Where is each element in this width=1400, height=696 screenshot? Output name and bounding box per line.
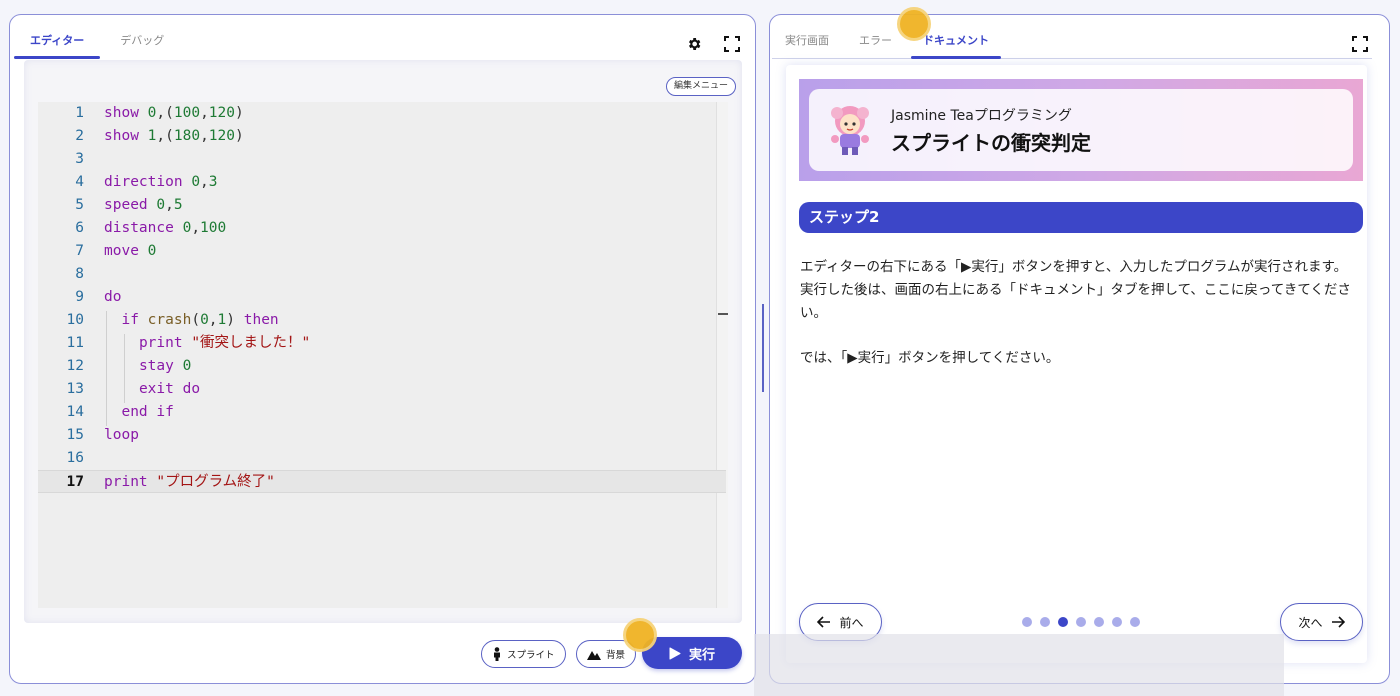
page-dot[interactable] (1112, 617, 1122, 627)
code-line[interactable]: 16 (38, 447, 714, 470)
code-line[interactable]: 1 show 0,(100,120) (38, 102, 714, 125)
banner-subtitle: Jasmine Teaプログラミング (891, 108, 1072, 124)
line-number: 13 (66, 381, 84, 397)
mountain-icon (587, 651, 601, 660)
gear-icon[interactable] (685, 35, 703, 53)
line-number: 8 (75, 266, 84, 282)
code-text: loop (104, 427, 139, 443)
page-dot[interactable] (1130, 617, 1140, 627)
sprite-button[interactable]: スプライト (481, 640, 566, 668)
fullscreen-icon[interactable] (723, 35, 741, 53)
page-dot[interactable] (1022, 617, 1032, 627)
line-number: 15 (66, 427, 84, 443)
tab-editor[interactable]: エディター (12, 15, 102, 59)
click-marker (623, 618, 657, 652)
prev-button-label: 前へ (839, 615, 864, 630)
code-line[interactable]: 7 move 0 (38, 240, 714, 263)
code-text: show 1,(180,120) (104, 128, 244, 144)
code-text: do (104, 289, 122, 305)
sprite-button-label: スプライト (507, 650, 555, 661)
line-number: 7 (75, 243, 84, 259)
code-line[interactable]: 14 end if (38, 401, 714, 424)
line-number: 17 (66, 474, 84, 490)
character-avatar (831, 106, 869, 155)
output-tabs: 実行画面 エラー ドキュメント (772, 15, 1372, 59)
indent-guide (124, 334, 125, 403)
page-dot[interactable] (1094, 617, 1104, 627)
line-number: 4 (75, 174, 84, 190)
code-text: print "プログラム終了" (104, 474, 275, 490)
fullscreen-icon[interactable] (1351, 35, 1369, 53)
line-number: 14 (66, 404, 84, 420)
run-button-label: 実行 (688, 647, 715, 663)
line-number: 10 (66, 312, 84, 328)
run-button[interactable]: 実行 (642, 637, 742, 669)
code-text: if crash(0,1) then (121, 312, 279, 328)
code-text: distance 0,100 (104, 220, 227, 236)
paragraph: エディターの右下にある「▶実行」ボタンを押すと、入力したプログラムが実行されます… (800, 259, 1351, 321)
edit-menu-button[interactable]: 編集メニュー (665, 77, 736, 96)
page-dot[interactable] (1076, 617, 1086, 627)
code-line[interactable]: 13 exit do (38, 378, 714, 401)
code-text: show 0,(100,120) (104, 105, 244, 121)
code-line[interactable]: 10 if crash(0,1) then (38, 309, 714, 332)
line-number: 1 (75, 105, 84, 121)
page-dot[interactable] (1058, 617, 1068, 627)
lesson-banner: Jasmine Teaプログラミング スプライトの衝突判定 (799, 79, 1363, 181)
page-indicator (1022, 617, 1140, 627)
arrow-left-icon (817, 616, 831, 628)
arrow-right-icon (1331, 616, 1345, 628)
code-line[interactable]: 9 do (38, 286, 714, 309)
line-number: 3 (75, 151, 84, 167)
next-button[interactable]: 次へ (1280, 603, 1363, 641)
code-text: speed 0,5 (104, 197, 183, 213)
code-line[interactable]: 8 (38, 263, 714, 286)
panel-resize-handle[interactable] (762, 304, 764, 392)
code-editor: 編集メニュー 1 show 0,(100,120) 2 show 1,(180,120… (24, 60, 742, 623)
tab-debug[interactable]: デバッグ (102, 15, 182, 59)
person-icon (494, 647, 500, 661)
code-text: stay 0 (138, 358, 192, 374)
line-number: 16 (66, 450, 84, 466)
code-text: end if (121, 404, 174, 420)
code-line[interactable]: 5 speed 0,5 (38, 194, 714, 217)
code-line[interactable]: 6 distance 0,100 (38, 217, 714, 240)
caption-overlay (754, 634, 1284, 696)
line-number: 12 (66, 358, 84, 374)
code-text: move 0 (104, 243, 157, 259)
next-button-label: 次へ (1298, 615, 1323, 630)
line-number: 2 (75, 128, 84, 144)
code-line[interactable]: 17 print "プログラム終了" (38, 470, 726, 493)
indent-guide (106, 311, 107, 426)
code-line[interactable]: 3 (38, 148, 714, 171)
step-heading: ステップ2 (799, 202, 1363, 233)
line-number: 6 (75, 220, 84, 236)
code-line[interactable]: 15 loop (38, 424, 714, 447)
code-text: exit do (138, 381, 201, 397)
line-number: 9 (75, 289, 84, 305)
code-text: direction 0,3 (104, 174, 218, 190)
play-icon (669, 647, 681, 659)
background-button-label: 背景 (606, 650, 626, 661)
code-text: print "衝突しました！" (138, 335, 311, 351)
document-body: エディターの右下にある「▶実行」ボタンを押すと、入力したプログラムが実行されます… (800, 256, 1360, 392)
scrollbar[interactable] (716, 102, 728, 608)
editor-panel: エディター デバッグ 編集メニュー 1 show 0,(100,120) 2 show… (9, 14, 756, 684)
paragraph: では、「▶実行」ボタンを押してください。 (800, 350, 1060, 366)
editor-tabs: エディター デバッグ (12, 15, 182, 59)
code-line[interactable]: 12 stay 0 (38, 355, 714, 378)
tab-run-screen[interactable]: 実行画面 (772, 15, 842, 59)
code-area[interactable]: 1 show 0,(100,120) 2 show 1,(180,120) 3 4 dire… (38, 102, 728, 608)
document-content: Jasmine Teaプログラミング スプライトの衝突判定 ステップ2 エディタ… (786, 65, 1367, 663)
line-number: 5 (75, 197, 84, 213)
page-dot[interactable] (1040, 617, 1050, 627)
click-marker (897, 7, 931, 41)
document-panel: 実行画面 エラー ドキュメント Jasmine Teaプログラミング スプライト… (769, 14, 1390, 684)
code-line[interactable]: 11 print "衝突しました！" (38, 332, 714, 355)
line-number: 11 (66, 335, 84, 351)
code-line[interactable]: 4 direction 0,3 (38, 171, 714, 194)
code-line[interactable]: 2 show 1,(180,120) (38, 125, 714, 148)
page-title: スプライトの衝突判定 (891, 131, 1091, 155)
